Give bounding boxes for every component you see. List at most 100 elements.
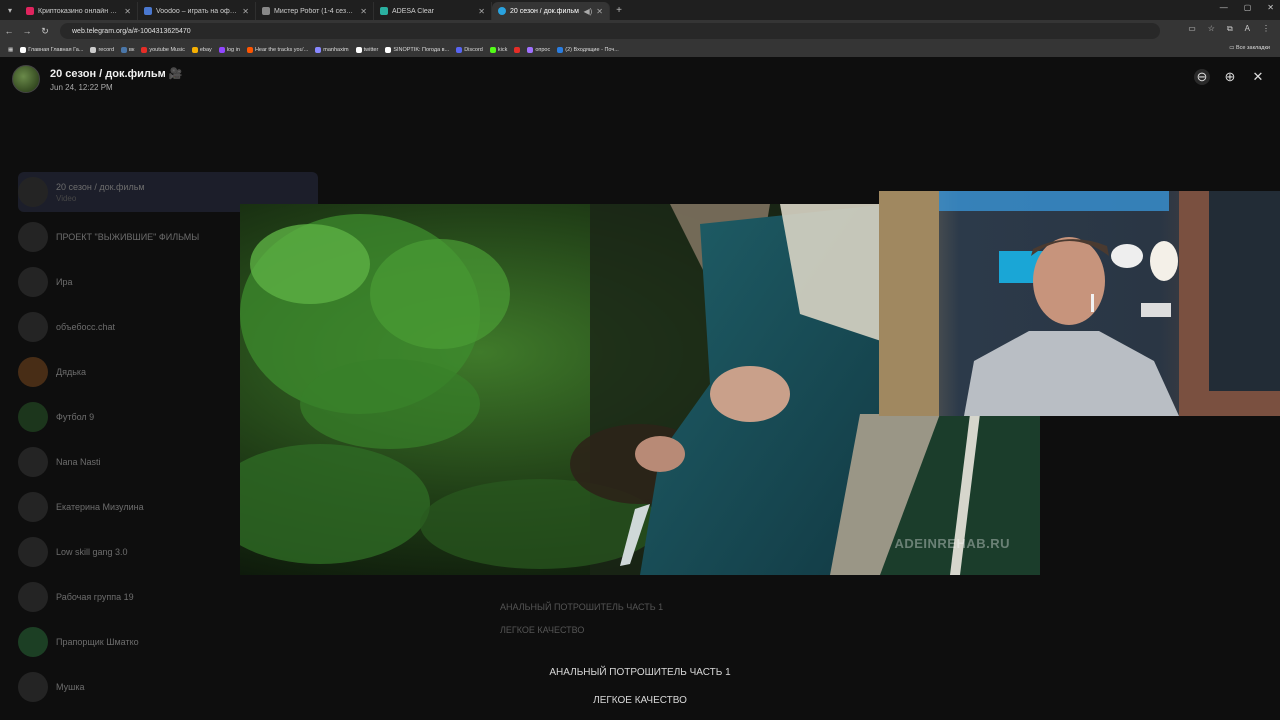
avatar [18,312,48,342]
chat-list-item[interactable]: Рабочая группа 19 [18,577,318,617]
avatar [18,537,48,567]
bg-message-text: АНАЛЬНЫЙ ПОТРОШИТЕЛЬ ЧАСТЬ 1 [500,602,664,612]
avatar [18,447,48,477]
youtube-music-icon [141,46,148,53]
media-caption-line-1: АНАЛЬНЫЙ ПОТРОШИТЕЛЬ ЧАСТЬ 1 [549,667,731,678]
mail-icon [557,46,564,53]
bookmark-star-icon[interactable]: ☆ [1208,24,1215,34]
poll-icon [527,46,534,53]
media-viewer-header: 20 сезон / док.фильм 🎥 Jun 24, 12:22 PM [12,65,183,93]
avatar [18,222,48,252]
close-window-icon[interactable]: ✕ [1267,3,1274,12]
bookmark[interactable]: вк [121,46,134,53]
sinoptik-icon [385,46,392,53]
bookmarks-bar: ▦ Главная Главная Га... record вк youtub… [0,42,1280,57]
extensions-icon[interactable]: ⧉ [1227,24,1233,34]
url-text: web.telegram.org/a/#-1004313625470 [72,27,191,35]
menu-icon[interactable]: ⋮ [1262,24,1270,34]
browser-tab[interactable]: Криптоказино онлайн VAVADA ✕ [20,2,138,20]
browser-tab[interactable]: ADESA Clear ✕ [374,2,492,20]
bookmark[interactable]: twitter [355,46,378,53]
forward-icon[interactable]: → [18,26,36,36]
bookmark[interactable]: SINOPTIK: Погода в... [385,46,449,53]
x-icon [355,46,362,53]
close-viewer-icon[interactable]: ✕ [1250,69,1266,85]
login-icon [218,46,225,53]
tab-title: 20 сезон / док.фильм [510,7,579,15]
tab-favicon-icon [380,7,388,15]
tab-favicon-icon [262,7,270,15]
maximize-icon[interactable]: ▢ [1244,3,1252,12]
webcam-frame [879,191,1280,416]
avatar [18,177,48,207]
telegram-favicon-icon [498,7,506,15]
media-channel-title: 20 сезон / док.фильм 🎥 [50,67,183,80]
bookmark[interactable]: record [90,46,114,53]
avatar [18,402,48,432]
address-bar-row: ← → ↻ web.telegram.org/a/#-1004313625470… [0,20,1280,42]
window-controls: — ▢ ✕ [1220,3,1274,12]
tab-favicon-icon [26,7,34,15]
tab-title: ADESA Clear [392,7,435,15]
tab-close-icon[interactable]: ✕ [360,7,367,16]
cast-icon[interactable]: ▭ [1188,24,1196,34]
tab-close-icon[interactable]: ✕ [596,7,603,16]
bookmark[interactable]: kick [489,46,507,53]
bookmark[interactable]: опрос [527,46,550,53]
record-icon [90,46,97,53]
tab-close-icon[interactable]: ✕ [242,7,249,16]
all-bookmarks[interactable]: ▭ Все закладки [1229,45,1270,51]
chat-list-item[interactable]: Прапорщик Шматко [18,622,318,662]
bookmark[interactable]: Главная Главная Га... [20,46,83,53]
media-caption-line-2: ЛЕГКОЕ КАЧЕСТВО [593,695,687,706]
minimize-icon[interactable]: — [1220,3,1228,12]
manhaxim-icon [315,46,322,53]
folder-icon: ▭ [1229,45,1236,51]
browser-tab-active[interactable]: 20 сезон / док.фильм ◀) ✕ [492,2,610,20]
bookmark[interactable]: youtube Music [141,46,185,53]
tab-close-icon[interactable]: ✕ [124,7,131,16]
tab-search-icon[interactable]: ▾ [0,0,20,20]
youtube-icon [514,46,521,53]
tab-title: Криптоказино онлайн VAVADA [38,7,120,15]
apps-icon[interactable]: ▦ [8,47,13,53]
bookmark[interactable]: Hear the tracks you'... [246,46,308,53]
browser-tab-bar: ▾ Криптоказино онлайн VAVADA ✕ Voodoo – и… [0,0,1280,20]
avatar [18,492,48,522]
browser-tab[interactable]: Voodoo – играть на официальном ✕ [138,2,256,20]
streamer-webcam-overlay [879,191,1280,416]
bg-message-text: ЛЕГКОЕ КАЧЕСТВО [500,625,585,635]
media-viewer-toolbar: ⊖ ⊕ ✕ [1194,69,1266,85]
soundcloud-icon [246,46,253,53]
bookmark[interactable]: ebay [191,46,212,53]
url-field[interactable]: web.telegram.org/a/#-1004313625470 [60,23,1160,39]
video-watermark: ADEINREHAB.RU [894,536,1010,551]
bookmark[interactable] [514,46,521,53]
avatar [18,627,48,657]
new-tab-icon[interactable]: + [610,5,628,16]
avatar [18,267,48,297]
bookmark[interactable]: manhaxim [315,46,349,53]
zoom-out-icon[interactable]: ⊖ [1194,69,1210,85]
tab-title: Мистер Робот (1-4 сезон) смотреть [274,7,357,15]
tab-close-icon[interactable]: ✕ [478,7,485,16]
tab-title: Voodoo – играть на официальном [156,7,238,15]
bookmark[interactable]: Discord [456,46,483,53]
tab-favicon-icon [144,7,152,15]
vk-icon [121,46,128,53]
telegram-stage: 20 сезон / док.фильм Video ПРОЕКТ "ВЫЖИВШ… [0,57,1280,720]
ebay-icon [191,46,198,53]
bookmark[interactable]: (2) Входящие - Поч... [557,46,619,53]
discord-icon [456,46,463,53]
avatar[interactable] [12,65,40,93]
kick-icon [489,46,496,53]
avatar [18,357,48,387]
x-icon [20,46,27,53]
zoom-in-icon[interactable]: ⊕ [1222,69,1238,85]
browser-tab[interactable]: Мистер Робот (1-4 сезон) смотреть✕ [256,2,374,20]
bookmark[interactable]: log in [218,46,240,53]
reload-icon[interactable]: ↻ [36,26,54,37]
back-icon[interactable]: ← [0,26,18,36]
profile-icon[interactable]: A [1245,24,1250,34]
speaker-icon[interactable]: ◀) [583,7,592,16]
